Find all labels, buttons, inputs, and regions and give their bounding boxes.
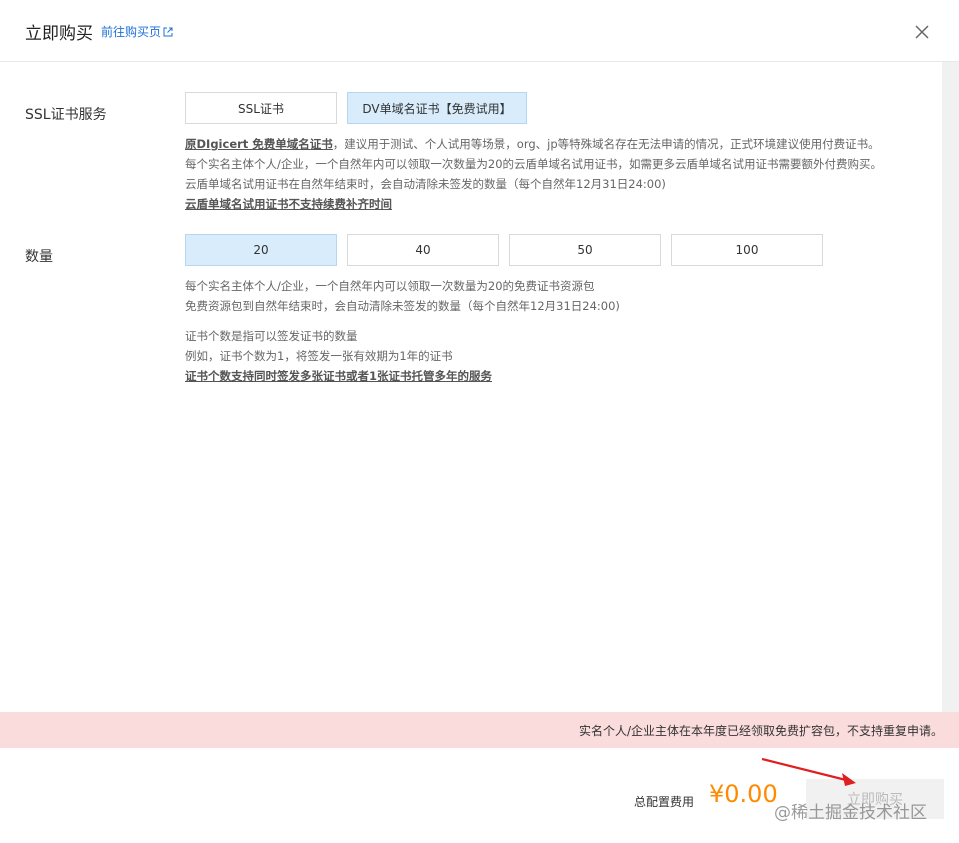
goto-purchase-page-label: 前往购买页 (101, 25, 162, 39)
dialog-title: 立即购买 (25, 24, 93, 44)
ssl-service-description: 原DIgicert 免费单域名证书，建议用于测试、个人试用等场景，org、jp等… (185, 134, 882, 214)
quantity-option-20[interactable]: 20 (185, 234, 337, 266)
notice-bar: 实名个人/企业主体在本年度已经领取免费扩容包，不支持重复申请。 (0, 712, 959, 748)
ssl-service-label: SSL证书服务 (25, 107, 107, 123)
ssl-desc-brand: 原DIgicert 免费单域名证书 (185, 137, 333, 151)
quantity-option-100[interactable]: 100 (671, 234, 823, 266)
quantity-multi-cert-link[interactable]: 证书个数支持同时签发多张证书或者1张证书托管多年的服务 (185, 366, 492, 386)
scrollbar[interactable] (942, 62, 959, 712)
external-link-icon (163, 27, 173, 36)
total-fee-label: 总配置费用 (634, 795, 695, 809)
option-ssl-cert[interactable]: SSL证书 (185, 92, 337, 124)
quantity-count-description: 证书个数是指可以签发证书的数量 例如，证书个数为1，将签发一张有效期为1年的证书… (185, 326, 492, 386)
quantity-description: 每个实名主体个人/企业，一个自然年内可以领取一次数量为20的免费证书资源包 免费… (185, 279, 620, 313)
ssl-desc-no-renewal-link[interactable]: 云盾单域名试用证书不支持续费补齐时间 (185, 194, 882, 214)
watermark: @稀土掘金技术社区 (774, 803, 927, 823)
close-icon[interactable] (912, 22, 932, 42)
annotation-arrow-icon (761, 757, 856, 786)
quantity-option-50[interactable]: 50 (509, 234, 661, 266)
option-dv-single-domain-trial[interactable]: DV单域名证书【免费试用】 (347, 92, 527, 124)
dialog-header: 立即购买 前往购买页 (0, 0, 959, 62)
goto-purchase-page-link[interactable]: 前往购买页 (101, 23, 173, 40)
quantity-option-40[interactable]: 40 (347, 234, 499, 266)
quantity-label: 数量 (25, 249, 53, 265)
notice-text: 实名个人/企业主体在本年度已经领取免费扩容包，不支持重复申请。 (578, 724, 943, 738)
